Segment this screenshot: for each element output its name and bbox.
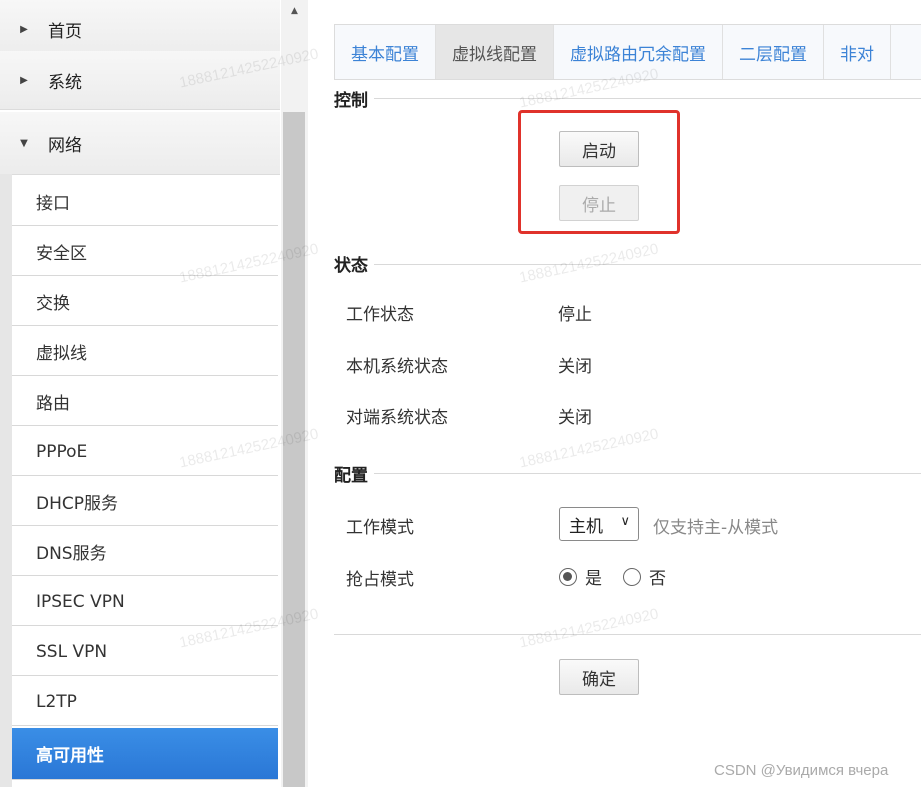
- sidebar-item-label: 交换: [36, 294, 70, 314]
- sidebar-group-network[interactable]: ▼ 网络: [0, 112, 280, 175]
- footer-divider: [334, 634, 921, 635]
- work-mode-select[interactable]: 主机 ∨: [559, 507, 639, 541]
- section-divider: [334, 264, 921, 265]
- sidebar-group-system[interactable]: ▶ 系统: [0, 51, 280, 110]
- sidebar-item-label: 虚拟线: [36, 344, 87, 364]
- preempt-yes-option[interactable]: 是: [559, 564, 602, 589]
- local-system-status-value: 关闭: [558, 357, 592, 377]
- peer-system-status-label: 对端系统状态: [346, 408, 448, 428]
- tab-virtual-wire-config[interactable]: 虚拟线配置: [436, 25, 554, 79]
- section-divider: [334, 98, 921, 99]
- stop-button[interactable]: 停止: [559, 185, 639, 221]
- preempt-yes-label: 是: [585, 569, 602, 589]
- tab-layer2-config[interactable]: 二层配置: [723, 25, 824, 79]
- confirm-button[interactable]: 确定: [559, 659, 639, 695]
- caret-right-icon: ▶: [20, 74, 28, 86]
- sidebar-item-label: L2TP: [36, 691, 77, 712]
- tab-asymmetric[interactable]: 非对: [824, 25, 891, 79]
- work-mode-selected-value: 主机: [569, 516, 603, 537]
- main-panel: 基本配置 虚拟线配置 虚拟路由冗余配置 二层配置 非对 控制 启动 停止 状态 …: [308, 0, 921, 787]
- sidebar-item-security-zone[interactable]: 安全区: [12, 228, 278, 276]
- radio-unchecked-icon[interactable]: [623, 567, 641, 586]
- sidebar-item-label: 路由: [36, 394, 70, 414]
- section-title-status: 状态: [334, 251, 374, 276]
- peer-system-status-value: 关闭: [558, 408, 592, 428]
- sidebar-group-label: 系统: [48, 72, 82, 93]
- sidebar-item-dns[interactable]: DNS服务: [12, 528, 278, 576]
- caret-right-icon: ▶: [20, 23, 28, 35]
- preempt-mode-label: 抢占模式: [346, 570, 414, 590]
- sidebar-item-label: IPSEC VPN: [36, 591, 125, 612]
- tab-basic-config[interactable]: 基本配置: [335, 25, 436, 79]
- sidebar: ▶ 首页 ▶ 系统 ▼ 网络 接口 安全区 交换 虚拟线 路由 PPPoE DH…: [0, 0, 308, 787]
- sidebar-item-ipsec-vpn[interactable]: IPSEC VPN: [12, 578, 278, 626]
- radio-checked-icon[interactable]: [559, 567, 577, 586]
- sidebar-item-ssl-vpn[interactable]: SSL VPN: [12, 628, 278, 676]
- work-status-value: 停止: [558, 305, 592, 325]
- tab-bar: 基本配置 虚拟线配置 虚拟路由冗余配置 二层配置 非对: [334, 24, 921, 80]
- sidebar-item-label: 安全区: [36, 244, 87, 264]
- csdn-credit: CSDN @Увидимся вчера: [714, 762, 889, 779]
- sidebar-item-label: DHCP服务: [36, 494, 118, 514]
- sidebar-item-l2tp[interactable]: L2TP: [12, 678, 278, 726]
- sidebar-item-label: DNS服务: [36, 544, 107, 564]
- work-status-label: 工作状态: [346, 305, 414, 325]
- preempt-no-option[interactable]: 否: [623, 564, 666, 589]
- sidebar-item-high-availability[interactable]: 高可用性: [12, 728, 278, 780]
- caret-down-icon: ▼: [20, 137, 28, 149]
- start-button[interactable]: 启动: [559, 131, 639, 167]
- sidebar-item-label: PPPoE: [36, 441, 88, 462]
- scroll-up-arrow-icon[interactable]: ▲: [281, 0, 308, 22]
- local-system-status-label: 本机系统状态: [346, 357, 448, 377]
- sidebar-item-routing[interactable]: 路由: [12, 378, 278, 426]
- tab-vrrp-config[interactable]: 虚拟路由冗余配置: [554, 25, 723, 79]
- sidebar-item-dhcp[interactable]: DHCP服务: [12, 478, 278, 526]
- work-mode-hint: 仅支持主-从模式: [653, 518, 779, 538]
- section-divider: [334, 473, 921, 474]
- sidebar-item-switch[interactable]: 交换: [12, 278, 278, 326]
- submenu-indent: [0, 174, 12, 787]
- work-mode-label: 工作模式: [346, 518, 414, 538]
- sidebar-item-virtual-wire[interactable]: 虚拟线: [12, 328, 278, 376]
- sidebar-item-label: 高可用性: [36, 746, 104, 766]
- section-title-config: 配置: [334, 461, 374, 486]
- section-title-control: 控制: [334, 86, 374, 111]
- sidebar-item-label: SSL VPN: [36, 641, 108, 662]
- scrollbar-thumb[interactable]: [283, 112, 305, 787]
- sidebar-group-label: 首页: [48, 21, 82, 42]
- preempt-no-label: 否: [649, 569, 666, 589]
- sidebar-item-pppoe[interactable]: PPPoE: [12, 428, 278, 476]
- sidebar-item-label: 接口: [36, 194, 70, 214]
- sidebar-group-label: 网络: [48, 135, 82, 156]
- chevron-down-icon: ∨: [620, 514, 630, 529]
- sidebar-item-interface[interactable]: 接口: [12, 178, 278, 226]
